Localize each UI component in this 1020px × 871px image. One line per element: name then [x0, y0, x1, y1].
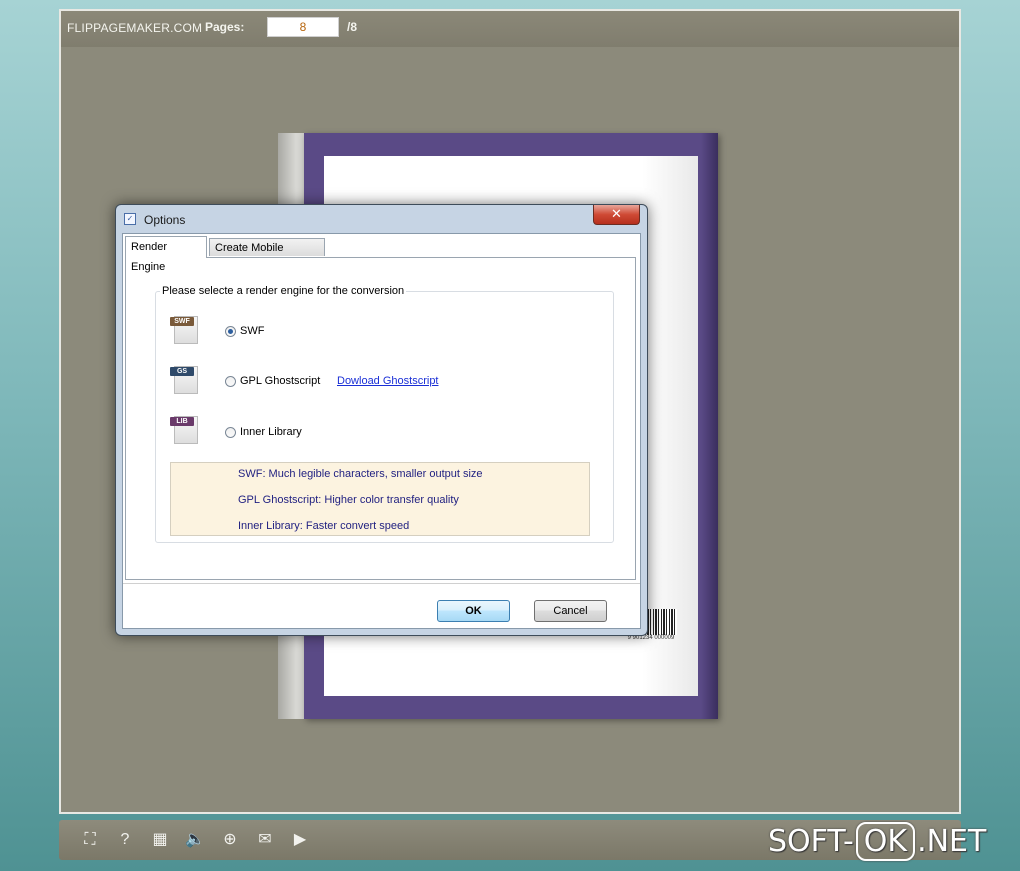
watermark: SOFT- OK .NET — [768, 822, 986, 862]
sound-icon[interactable]: 🔈 — [185, 830, 205, 850]
help-icon[interactable]: ? — [115, 830, 135, 850]
book-cover-edge — [701, 133, 718, 719]
total-pages-label: /8 — [347, 20, 358, 34]
tab-render-engine[interactable]: Render Engine — [125, 236, 207, 273]
options-app-icon: ✓ — [124, 213, 136, 225]
lib-tag: LIB — [170, 417, 194, 426]
render-engine-panel: Please selecte a render engine for the c… — [125, 257, 636, 580]
info-inner-library: Inner Library: Faster convert speed — [238, 520, 410, 532]
info-swf: SWF: Much legible characters, smaller ou… — [238, 468, 483, 480]
pages-label: Pages: — [205, 20, 245, 34]
inner-library-label[interactable]: Inner Library — [240, 426, 302, 438]
download-ghostscript-link[interactable]: Dowload Ghostscript — [337, 375, 439, 387]
gs-tag: GS — [170, 367, 194, 376]
dialog-title: Options — [144, 213, 186, 227]
watermark-prefix: SOFT- — [768, 824, 854, 859]
viewer-top-bar: FLIPPAGEMAKER.COM Pages: /8 — [61, 11, 959, 47]
inner-library-radio[interactable] — [225, 427, 236, 438]
dialog-body: Render Engine Create Mobile Version Plea… — [122, 233, 641, 629]
close-icon: ✕ — [611, 206, 622, 221]
lib-file-icon: LIB — [170, 414, 200, 444]
fit-screen-icon[interactable]: ⛶ — [80, 830, 100, 850]
ok-button[interactable]: OK — [437, 600, 510, 622]
footer-divider — [123, 583, 640, 584]
ghostscript-radio[interactable] — [225, 376, 236, 387]
thumbnails-icon[interactable]: ▦ — [150, 830, 170, 850]
zoom-in-icon[interactable]: ⊕ — [220, 830, 240, 850]
swf-label[interactable]: SWF — [240, 325, 264, 337]
close-button[interactable]: ✕ — [593, 205, 640, 225]
watermark-suffix: .NET — [917, 824, 987, 859]
swf-file-icon: SWF — [170, 314, 200, 344]
play-icon[interactable]: ▶ — [290, 830, 310, 850]
group-title: Please selecte a render engine for the c… — [160, 285, 407, 297]
watermark-ok: OK — [855, 822, 916, 861]
engine-info-box: SWF: Much legible characters, smaller ou… — [170, 462, 590, 536]
gs-file-icon: GS — [170, 364, 200, 394]
brand-label[interactable]: FLIPPAGEMAKER.COM — [67, 21, 202, 35]
page-number-input[interactable] — [267, 17, 339, 37]
options-dialog: ✓ Options ✕ Render Engine Create Mobile … — [115, 204, 648, 636]
ghostscript-label[interactable]: GPL Ghostscript — [240, 375, 320, 387]
render-engine-group: Please selecte a render engine for the c… — [155, 285, 614, 543]
dialog-title-bar[interactable]: ✓ Options ✕ — [116, 205, 647, 233]
email-icon[interactable]: ✉ — [255, 830, 275, 850]
cancel-button[interactable]: Cancel — [534, 600, 607, 622]
swf-radio[interactable] — [225, 326, 236, 337]
info-ghostscript: GPL Ghostscript: Higher color transfer q… — [238, 494, 459, 506]
tab-create-mobile-version[interactable]: Create Mobile Version — [209, 238, 325, 272]
swf-tag: SWF — [170, 317, 194, 326]
